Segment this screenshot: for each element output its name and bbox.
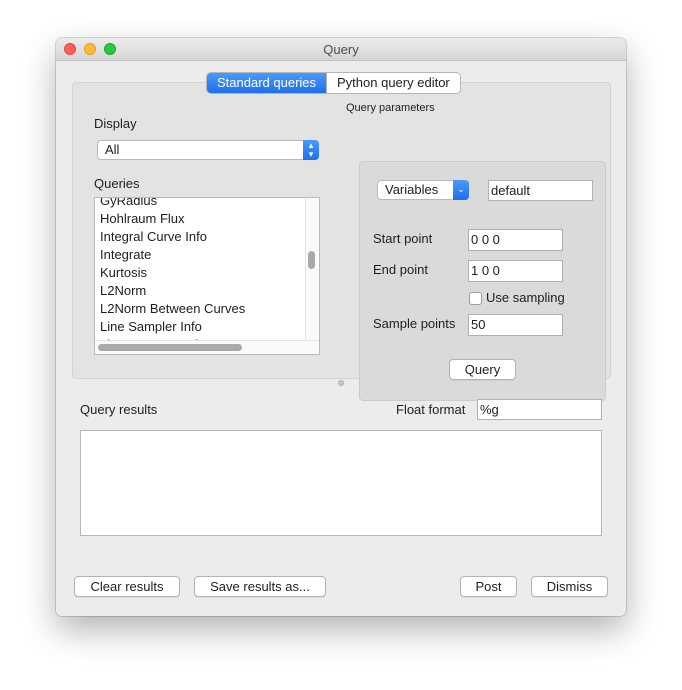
run-query-button[interactable]: Query xyxy=(449,359,516,380)
dismiss-button[interactable]: Dismiss xyxy=(531,576,608,597)
variables-select-label: Variables xyxy=(385,182,439,197)
end-point-field[interactable]: 1 0 0 xyxy=(468,260,563,282)
list-item[interactable]: Integrate xyxy=(100,246,245,264)
start-point-label: Start point xyxy=(373,231,433,246)
list-item[interactable]: Hohlraum Flux xyxy=(100,210,245,228)
query-parameters-panel: Variables ⌄ default Start point 0 0 0 En… xyxy=(359,161,606,401)
horizontal-scroll-thumb[interactable] xyxy=(98,344,242,351)
window-title: Query xyxy=(323,42,359,57)
start-point-field[interactable]: 0 0 0 xyxy=(468,229,563,251)
chevron-up-down-icon: ▴ ▾ xyxy=(303,140,319,160)
float-format-field[interactable]: %g xyxy=(477,399,602,420)
tab-python-query-editor[interactable]: Python query editor xyxy=(326,73,460,93)
queries-list[interactable]: GyRadius Hohlraum Flux Integral Curve In… xyxy=(94,197,320,355)
chevron-down-icon: ⌄ xyxy=(453,180,469,200)
post-button[interactable]: Post xyxy=(460,576,517,597)
tab-standard-queries[interactable]: Standard queries xyxy=(207,73,327,93)
sample-points-field[interactable]: 50 xyxy=(468,314,563,336)
vertical-scroll-thumb[interactable] xyxy=(308,251,315,269)
clear-results-button[interactable]: Clear results xyxy=(74,576,180,597)
query-window: Query Display All ▴ ▾ Queries Variables ⌄… xyxy=(56,38,626,616)
queries-vertical-scrollbar[interactable] xyxy=(305,198,318,341)
query-mode-tabs: Standard queries Python query editor xyxy=(206,72,461,94)
list-item[interactable]: L2Norm xyxy=(100,282,245,300)
query-results-label: Query results xyxy=(80,402,158,417)
query-parameters-title: Query parameters xyxy=(346,102,435,114)
save-results-button[interactable]: Save results as... xyxy=(194,576,326,597)
float-format-label: Float format xyxy=(396,402,466,417)
list-item[interactable]: L2Norm Between Curves xyxy=(100,300,245,318)
variables-select[interactable]: Variables ⌄ xyxy=(377,180,469,200)
title-bar: Query xyxy=(56,38,626,61)
end-point-label: End point xyxy=(373,262,428,277)
sample-points-label: Sample points xyxy=(373,316,456,331)
list-item[interactable]: Kurtosis xyxy=(100,264,245,282)
queries-label: Queries xyxy=(94,176,140,191)
list-item[interactable]: GyRadius xyxy=(100,198,245,210)
queries-horizontal-scrollbar[interactable] xyxy=(95,340,319,354)
use-sampling-label: Use sampling xyxy=(486,290,565,305)
list-item[interactable]: Integral Curve Info xyxy=(100,228,245,246)
use-sampling-checkbox[interactable] xyxy=(469,292,482,305)
query-results-textarea[interactable] xyxy=(80,430,602,536)
variables-value-field[interactable]: default xyxy=(488,180,593,201)
splitter-handle[interactable] xyxy=(338,380,344,386)
display-select-value: All xyxy=(105,142,120,157)
display-select[interactable]: All ▴ ▾ xyxy=(97,140,319,160)
list-item[interactable]: Line Sampler Info xyxy=(100,318,245,336)
display-label: Display xyxy=(94,116,137,131)
